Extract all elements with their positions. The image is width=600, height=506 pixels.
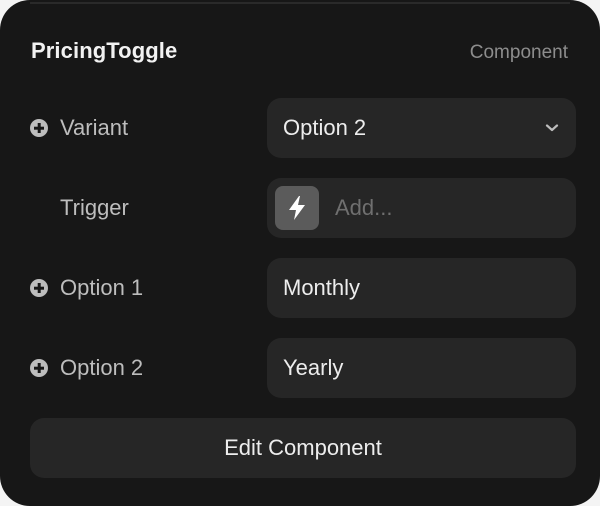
option1-row-label: Option 1 [30,258,143,318]
trigger-placeholder: Add... [335,195,393,220]
variant-row-label: Variant [30,98,128,158]
panel-top-divider [30,2,570,4]
component-name: PricingToggle [31,38,178,63]
component-properties-panel: PricingToggle Component Variant Option 2… [0,0,600,506]
component-kind-label: Component [469,42,568,63]
option1-value: Monthly [283,275,361,300]
trigger-row-label: Trigger [30,178,129,238]
trigger-label: Trigger [60,195,129,220]
variant-label: Variant [60,115,129,140]
trigger-field[interactable]: Add... [267,178,576,238]
plus-circle-icon[interactable] [30,279,48,297]
plus-circle-icon[interactable] [30,119,48,137]
chevron-down-icon [545,124,559,132]
option1-label: Option 1 [60,275,144,300]
edit-component-button[interactable]: Edit Component [30,418,576,478]
option2-input[interactable]: Yearly [267,338,576,398]
lightning-bolt-icon[interactable] [275,186,319,230]
option2-value: Yearly [283,355,344,380]
option2-label: Option 2 [60,355,144,380]
variant-value: Option 2 [283,115,367,140]
plus-circle-icon[interactable] [30,359,48,377]
option2-row-label: Option 2 [30,338,143,398]
variant-select[interactable]: Option 2 [267,98,576,158]
option1-input[interactable]: Monthly [267,258,576,318]
